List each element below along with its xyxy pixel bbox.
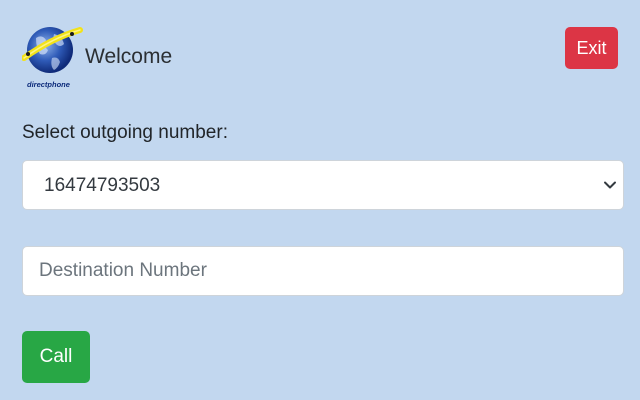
globe-logo-icon: directphone: [22, 27, 83, 89]
logo-text: directphone: [27, 80, 70, 89]
welcome-text: Welcome: [85, 45, 173, 68]
header: directphone Welcome Exit: [22, 24, 618, 92]
select-outgoing-label: Select outgoing number:: [22, 122, 228, 143]
outgoing-number-select[interactable]: 16474793503: [22, 160, 624, 210]
destination-number-input[interactable]: [22, 246, 624, 296]
chevron-down-icon: [604, 181, 616, 189]
exit-button[interactable]: Exit: [565, 27, 618, 69]
call-button[interactable]: Call: [22, 331, 90, 383]
selected-number: 16474793503: [44, 175, 161, 196]
directphone-logo: directphone: [22, 24, 84, 90]
